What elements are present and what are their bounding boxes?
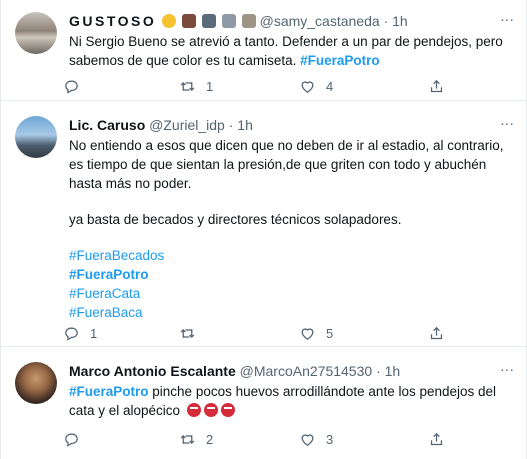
reply-icon bbox=[65, 80, 78, 94]
hashtag-link[interactable]: #FueraPotro bbox=[69, 384, 149, 399]
retweet-icon bbox=[180, 81, 195, 91]
heart-icon bbox=[301, 433, 314, 446]
reply-button[interactable]: 1 bbox=[63, 322, 97, 344]
retweet-button[interactable] bbox=[179, 322, 206, 344]
reply-icon bbox=[65, 433, 78, 447]
display-name[interactable]: GUSTOSO bbox=[69, 13, 156, 29]
share-button[interactable] bbox=[428, 322, 445, 344]
share-button[interactable] bbox=[428, 428, 445, 450]
like-button[interactable]: 5 bbox=[299, 322, 333, 344]
tweet-actions: 2 3 bbox=[63, 428, 488, 450]
heart-icon bbox=[301, 80, 314, 93]
tweet-text: #FueraPotro pinche pocos huevos arrodill… bbox=[69, 382, 514, 420]
tweet-header: Lic. Caruso @Zuriel_idp · 1h bbox=[69, 116, 498, 134]
train-emoji bbox=[182, 14, 197, 28]
timestamp[interactable]: 1h bbox=[392, 13, 408, 29]
hashtag-link[interactable]: #FueraPotro bbox=[69, 265, 514, 284]
hashtag-list: #FueraBecados #FueraPotro #FueraCata #Fu… bbox=[69, 246, 514, 322]
angry-face-emoji bbox=[220, 403, 235, 417]
share-icon bbox=[430, 326, 443, 339]
like-button[interactable]: 3 bbox=[299, 428, 333, 450]
more-options-button[interactable]: ··· bbox=[498, 116, 516, 134]
angry-face-emoji bbox=[203, 403, 218, 417]
separator: · bbox=[383, 13, 389, 29]
tweet-header: GUSTOSO @samy_castaneda · 1h bbox=[69, 12, 498, 30]
hashtag-link[interactable]: #FueraPotro bbox=[300, 53, 380, 68]
hashtag-link[interactable]: #FueraCata bbox=[69, 284, 514, 303]
like-button[interactable]: 4 bbox=[299, 75, 333, 97]
hashtag-link[interactable]: #FueraBecados bbox=[69, 246, 514, 265]
angry-face-emoji-row bbox=[186, 403, 238, 418]
like-count: 3 bbox=[326, 431, 334, 447]
share-button[interactable] bbox=[428, 75, 445, 97]
tweet[interactable]: Marco Antonio Escalante @MarcoAn27514530… bbox=[1, 348, 527, 459]
display-name[interactable]: Marco Antonio Escalante bbox=[69, 363, 236, 379]
reply-count: 1 bbox=[90, 325, 98, 341]
tweet-actions: 1 4 bbox=[63, 75, 488, 97]
avatar[interactable] bbox=[15, 116, 57, 158]
tweet[interactable]: Lic. Caruso @Zuriel_idp · 1h ··· No enti… bbox=[1, 102, 527, 347]
name-emoji-row bbox=[160, 13, 259, 29]
tweet-actions: 1 5 bbox=[63, 322, 488, 344]
chart-emoji bbox=[221, 14, 236, 28]
tweet-text: No entiendo a esos que dicen que no debe… bbox=[69, 136, 514, 322]
castle-emoji bbox=[241, 14, 256, 28]
user-handle[interactable]: @Zuriel_idp bbox=[149, 117, 225, 133]
avatar[interactable] bbox=[15, 362, 57, 404]
like-count: 5 bbox=[326, 325, 334, 341]
tweet-text: Ni Sergio Bueno se atrevió a tanto. Defe… bbox=[69, 32, 514, 70]
tweet-paragraph: ya basta de becados y directores técnico… bbox=[69, 212, 402, 227]
timestamp[interactable]: 1h bbox=[237, 117, 253, 133]
smile-face-emoji bbox=[162, 14, 177, 28]
more-options-button[interactable]: ··· bbox=[498, 362, 516, 380]
reply-icon bbox=[65, 327, 78, 341]
atm-emoji bbox=[201, 14, 216, 28]
hashtag-link[interactable]: #FueraBaca bbox=[69, 303, 514, 322]
reply-button[interactable] bbox=[63, 75, 90, 97]
user-handle[interactable]: @samy_castaneda bbox=[260, 13, 380, 29]
more-options-button[interactable]: ··· bbox=[498, 12, 516, 30]
retweet-count: 2 bbox=[206, 431, 214, 447]
separator: · bbox=[228, 117, 234, 133]
reply-button[interactable] bbox=[63, 428, 90, 450]
retweet-icon bbox=[180, 434, 195, 444]
share-icon bbox=[430, 79, 443, 92]
retweet-icon bbox=[180, 328, 195, 338]
retweet-count: 1 bbox=[206, 78, 214, 94]
user-handle[interactable]: @MarcoAn27514530 bbox=[240, 363, 373, 379]
tweet-header: Marco Antonio Escalante @MarcoAn27514530… bbox=[69, 362, 498, 380]
share-icon bbox=[430, 432, 443, 445]
avatar[interactable] bbox=[15, 12, 57, 54]
like-count: 4 bbox=[326, 78, 334, 94]
display-name[interactable]: Lic. Caruso bbox=[69, 117, 145, 133]
tweet-paragraph: No entiendo a esos que dicen que no debe… bbox=[69, 138, 504, 191]
separator: · bbox=[376, 363, 381, 379]
angry-face-emoji bbox=[186, 403, 201, 417]
timestamp[interactable]: 1h bbox=[385, 363, 401, 379]
retweet-button[interactable]: 1 bbox=[179, 75, 213, 97]
timeline: GUSTOSO @samy_castaneda · 1h ··· Ni Serg… bbox=[0, 0, 527, 459]
tweet-text-content: Ni Sergio Bueno se atrevió a tanto. Defe… bbox=[69, 34, 503, 68]
retweet-button[interactable]: 2 bbox=[179, 428, 213, 450]
tweet[interactable]: GUSTOSO @samy_castaneda · 1h ··· Ni Serg… bbox=[1, 0, 527, 101]
heart-icon bbox=[301, 327, 314, 340]
